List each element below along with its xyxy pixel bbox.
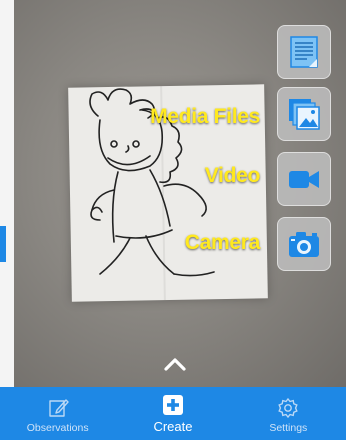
nav-label-observations: Observations bbox=[26, 422, 89, 434]
video-camera-icon bbox=[289, 171, 319, 188]
nav-item-observations[interactable]: Observations bbox=[0, 387, 115, 440]
camera-icon bbox=[289, 232, 319, 257]
media-files-button[interactable] bbox=[277, 87, 331, 141]
left-edge-marker bbox=[0, 226, 6, 262]
camera-label[interactable]: Camera bbox=[185, 231, 261, 255]
document-button[interactable] bbox=[277, 25, 331, 79]
bottom-navigation: Observations Create Settings bbox=[0, 387, 346, 440]
chevron-up-icon[interactable] bbox=[163, 356, 187, 372]
gear-icon bbox=[278, 397, 299, 419]
video-button[interactable] bbox=[277, 152, 331, 206]
pencil-note-icon bbox=[48, 399, 69, 417]
camera-button[interactable] bbox=[277, 217, 331, 271]
camera-viewfinder: Media Files Video Camera bbox=[0, 0, 346, 387]
image-stack-icon bbox=[289, 99, 320, 130]
nav-label-create: Create bbox=[153, 419, 193, 434]
nav-label-settings: Settings bbox=[269, 422, 308, 434]
nav-item-settings[interactable]: Settings bbox=[231, 387, 346, 440]
media-files-label[interactable]: Media Files bbox=[150, 105, 260, 129]
left-edge-panel bbox=[0, 0, 14, 387]
video-label[interactable]: Video bbox=[205, 164, 261, 188]
plus-square-icon bbox=[162, 395, 183, 415]
nav-item-create[interactable]: Create bbox=[115, 387, 230, 440]
document-icon bbox=[290, 36, 318, 68]
